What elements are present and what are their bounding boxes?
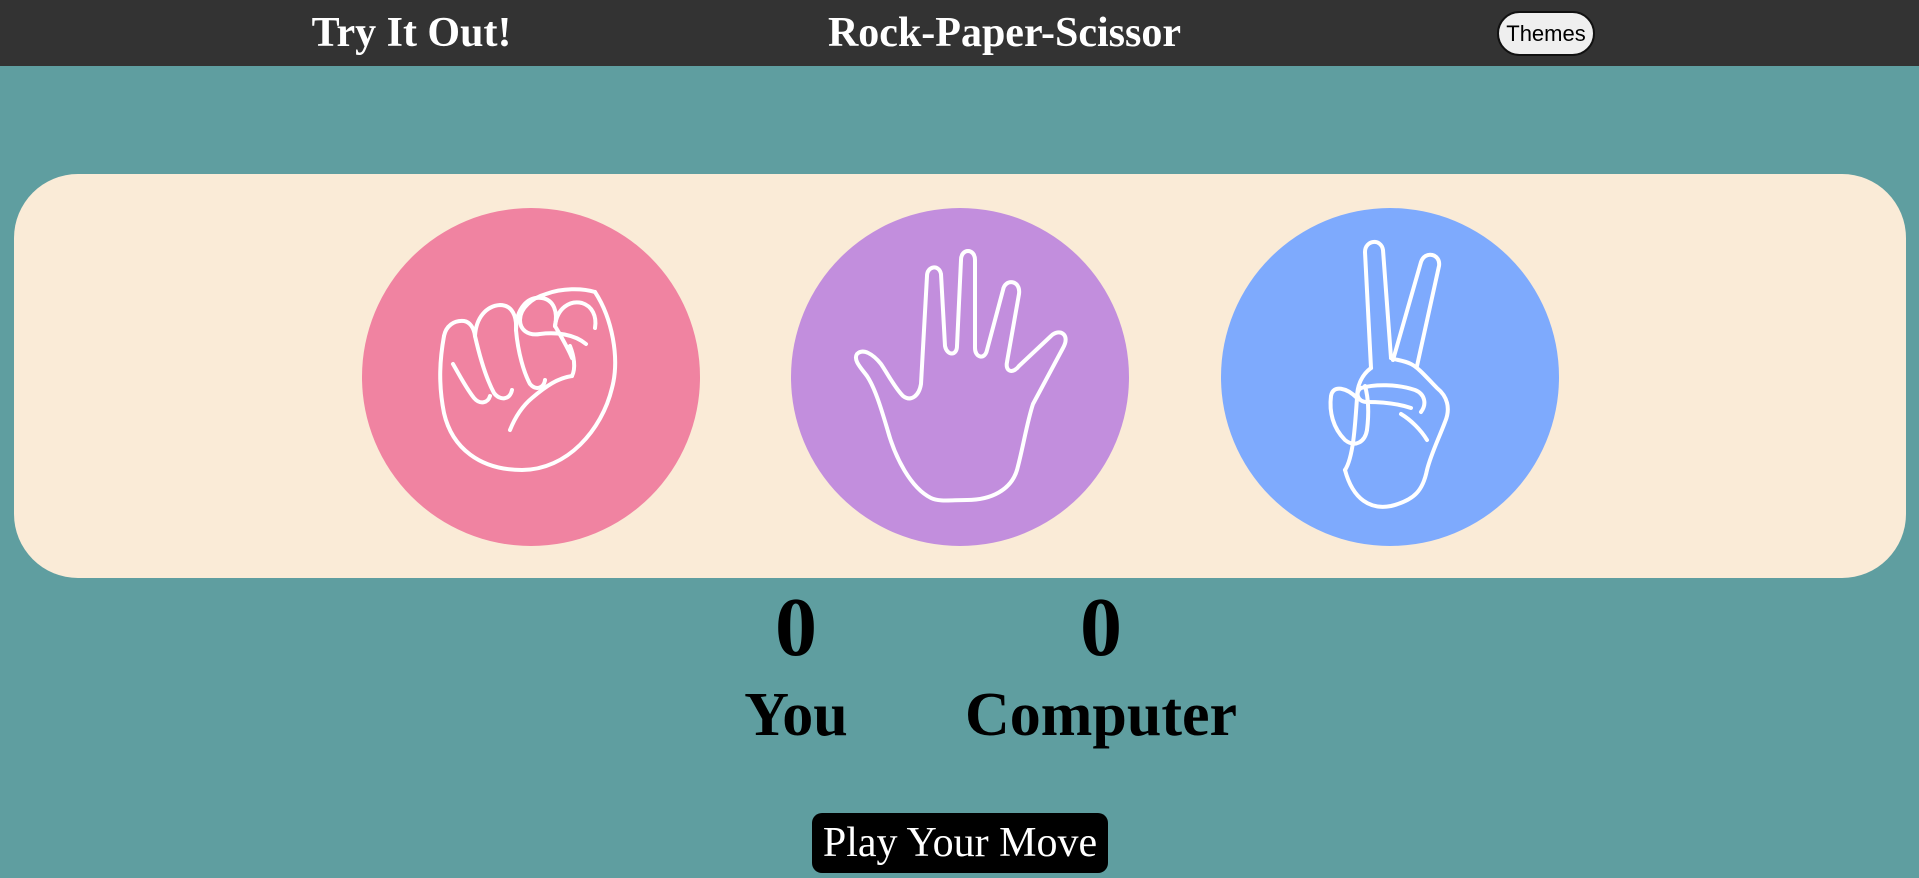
- open-hand-icon: [791, 208, 1129, 546]
- peace-hand-icon: [1221, 208, 1559, 546]
- player-score: 0: [775, 581, 817, 674]
- fist-icon: [362, 208, 700, 546]
- themes-button[interactable]: Themes: [1497, 11, 1595, 56]
- player-label: You: [744, 681, 848, 749]
- rock-choice-button[interactable]: [362, 208, 700, 546]
- scissor-choice-button[interactable]: [1221, 208, 1559, 546]
- page-title: Rock-Paper-Scissor: [827, 10, 1182, 56]
- try-it-out-heading: Try It Out!: [311, 10, 512, 56]
- play-your-move-button[interactable]: Play Your Move: [812, 813, 1108, 873]
- top-nav-bar: Try It Out! Rock-Paper-Scissor Themes: [0, 0, 1919, 66]
- computer-label: Computer: [964, 681, 1238, 749]
- computer-score: 0: [1080, 581, 1122, 674]
- paper-choice-button[interactable]: [791, 208, 1129, 546]
